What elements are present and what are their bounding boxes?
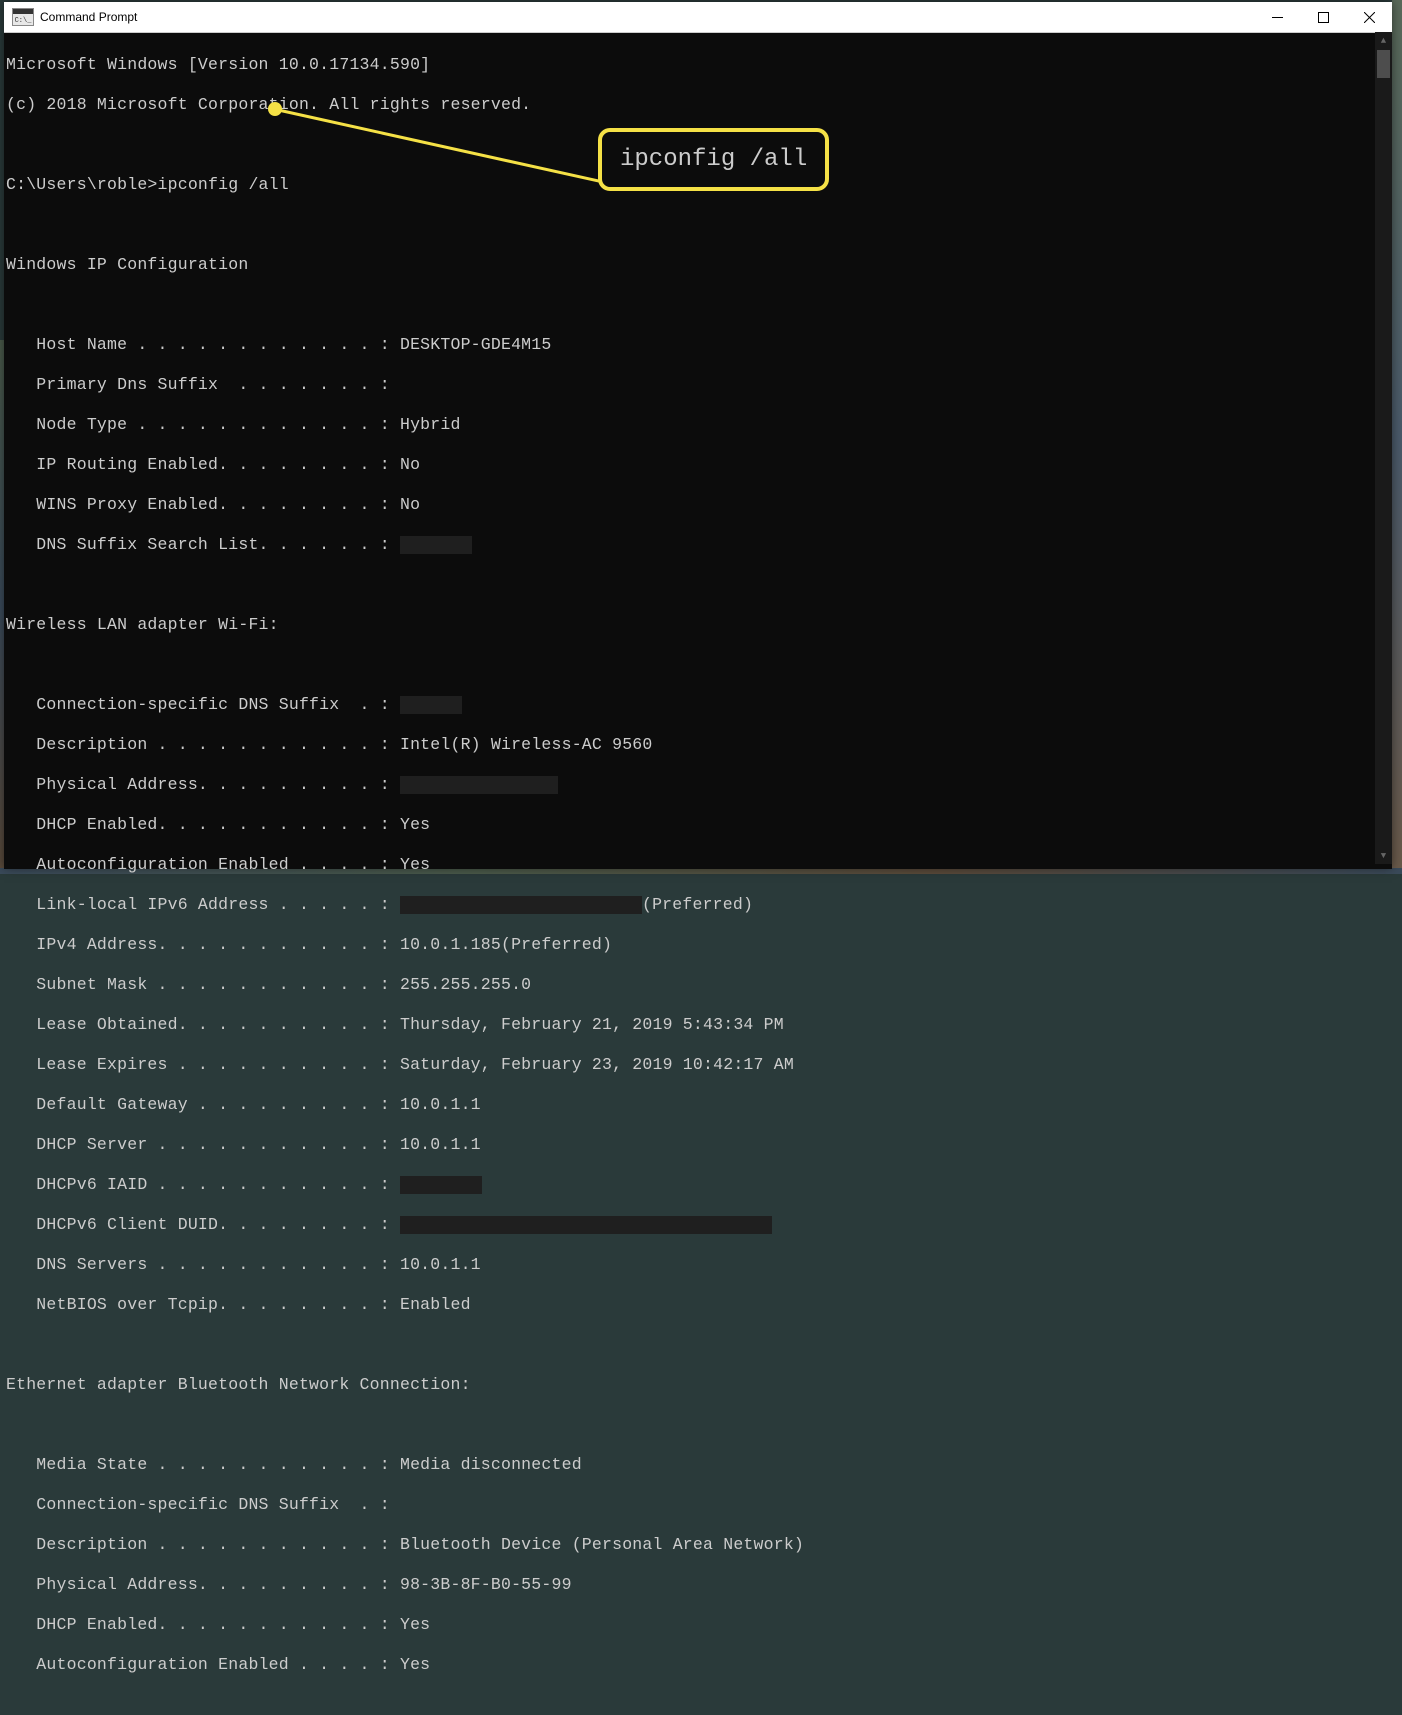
minimize-button[interactable] bbox=[1254, 2, 1300, 32]
cmd-icon: C:\_ bbox=[12, 8, 34, 26]
section-header: Windows IP Configuration bbox=[6, 255, 1392, 275]
maximize-button[interactable] bbox=[1300, 2, 1346, 32]
section-header: Ethernet adapter Bluetooth Network Conne… bbox=[6, 1375, 1392, 1395]
blank-line bbox=[6, 215, 1392, 235]
window-controls bbox=[1254, 2, 1392, 32]
dhcpv6-iaid-line: DHCPv6 IAID . . . . . . . . . . . : bbox=[6, 1175, 1392, 1195]
dhcp-enabled-line: DHCP Enabled. . . . . . . . . . . : Yes bbox=[6, 1615, 1392, 1635]
blank-line bbox=[6, 655, 1392, 675]
desktop-background-right bbox=[1392, 0, 1402, 874]
autoconfig-line: Autoconfiguration Enabled . . . . : Yes bbox=[6, 1655, 1392, 1675]
redacted-value bbox=[400, 776, 558, 794]
wins-proxy-line: WINS Proxy Enabled. . . . . . . . : No bbox=[6, 495, 1392, 515]
phys-addr-line: Physical Address. . . . . . . . . : 98-3… bbox=[6, 1575, 1392, 1595]
redacted-value bbox=[400, 1216, 772, 1234]
blank-line bbox=[6, 295, 1392, 315]
phys-addr-line: Physical Address. . . . . . . . . : bbox=[6, 775, 1392, 795]
dhcp-server-line: DHCP Server . . . . . . . . . . . : 10.0… bbox=[6, 1135, 1392, 1155]
scroll-up-arrow-icon[interactable]: ▲ bbox=[1375, 32, 1392, 49]
scroll-down-arrow-icon[interactable]: ▼ bbox=[1375, 847, 1392, 864]
gateway-line: Default Gateway . . . . . . . . . : 10.0… bbox=[6, 1095, 1392, 1115]
lease-expires-line: Lease Expires . . . . . . . . . . : Satu… bbox=[6, 1055, 1392, 1075]
description-line: Description . . . . . . . . . . . : Inte… bbox=[6, 735, 1392, 755]
blank-line bbox=[6, 575, 1392, 595]
redacted-value bbox=[400, 536, 472, 554]
redacted-value bbox=[400, 696, 462, 714]
node-type-line: Node Type . . . . . . . . . . . . : Hybr… bbox=[6, 415, 1392, 435]
copyright-line: (c) 2018 Microsoft Corporation. All righ… bbox=[6, 95, 1392, 115]
redacted-value bbox=[400, 1176, 482, 1194]
redacted-value bbox=[400, 896, 642, 914]
scroll-thumb[interactable] bbox=[1377, 50, 1390, 78]
window-title: Command Prompt bbox=[40, 10, 1254, 24]
lease-obtained-line: Lease Obtained. . . . . . . . . . : Thur… bbox=[6, 1015, 1392, 1035]
window-titlebar[interactable]: C:\_ Command Prompt bbox=[4, 2, 1392, 33]
ip-routing-line: IP Routing Enabled. . . . . . . . : No bbox=[6, 455, 1392, 475]
version-line: Microsoft Windows [Version 10.0.17134.59… bbox=[6, 55, 1392, 75]
description-line: Description . . . . . . . . . . . : Blue… bbox=[6, 1535, 1392, 1555]
host-name-line: Host Name . . . . . . . . . . . . : DESK… bbox=[6, 335, 1392, 355]
subnet-line: Subnet Mask . . . . . . . . . . . : 255.… bbox=[6, 975, 1392, 995]
dns-suffix-line: Primary Dns Suffix . . . . . . . : bbox=[6, 375, 1392, 395]
dns-servers-line: DNS Servers . . . . . . . . . . . : 10.0… bbox=[6, 1255, 1392, 1275]
dns-search-line: DNS Suffix Search List. . . . . . : bbox=[6, 535, 1392, 555]
ipv6-line: Link-local IPv6 Address . . . . . : (Pre… bbox=[6, 895, 1392, 915]
blank-line bbox=[6, 1415, 1392, 1435]
conn-suffix-line: Connection-specific DNS Suffix . : bbox=[6, 1495, 1392, 1515]
autoconfig-line: Autoconfiguration Enabled . . . . : Yes bbox=[6, 855, 1392, 875]
dhcp-enabled-line: DHCP Enabled. . . . . . . . . . . : Yes bbox=[6, 815, 1392, 835]
blank-line bbox=[6, 1335, 1392, 1355]
annotation-callout: ipconfig /all bbox=[598, 128, 829, 191]
media-state-line: Media State . . . . . . . . . . . : Medi… bbox=[6, 1455, 1392, 1475]
netbios-line: NetBIOS over Tcpip. . . . . . . . : Enab… bbox=[6, 1295, 1392, 1315]
dhcpv6-duid-line: DHCPv6 Client DUID. . . . . . . . : bbox=[6, 1215, 1392, 1235]
ipv4-line: IPv4 Address. . . . . . . . . . . : 10.0… bbox=[6, 935, 1392, 955]
annotation-text: ipconfig /all bbox=[620, 146, 807, 173]
vertical-scrollbar[interactable]: ▲ ▼ bbox=[1375, 32, 1392, 864]
section-header: Wireless LAN adapter Wi-Fi: bbox=[6, 615, 1392, 635]
close-button[interactable] bbox=[1346, 2, 1392, 32]
conn-suffix-line: Connection-specific DNS Suffix . : bbox=[6, 695, 1392, 715]
annotation-dot bbox=[268, 102, 282, 116]
